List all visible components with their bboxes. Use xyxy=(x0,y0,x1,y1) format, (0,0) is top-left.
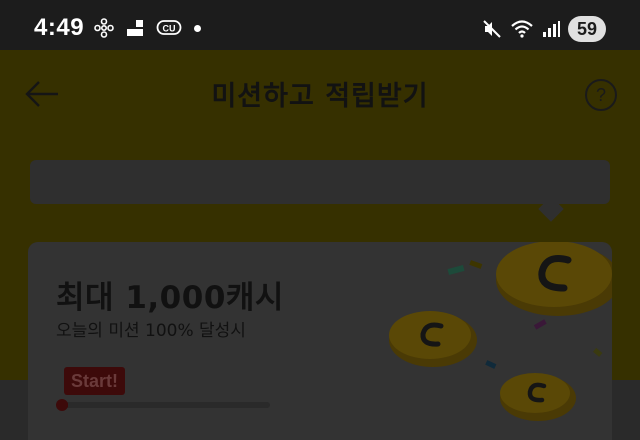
status-bar: 4:49 CU 59 xyxy=(0,0,640,50)
signal-icon xyxy=(543,21,560,37)
cu-icon: CU xyxy=(156,20,182,35)
help-button[interactable]: ? xyxy=(585,79,617,111)
progress-knob xyxy=(56,399,68,411)
start-badge: Start! xyxy=(64,367,126,395)
status-time: 4:49 xyxy=(34,14,85,41)
wifi-icon xyxy=(511,20,533,38)
progress-track xyxy=(64,402,270,408)
status-right-icons: 59 xyxy=(482,16,606,42)
question-icon: ? xyxy=(595,84,606,105)
svg-text:CU: CU xyxy=(163,24,176,34)
battery-indicator: 59 xyxy=(568,16,606,42)
page-title: 미션하고 적립받기 xyxy=(211,81,429,112)
mission-card[interactable]: 최대 1,000캐시 오늘의 미션 100% 달성시 Start! xyxy=(28,242,612,440)
card-title: 최대 1,000캐시 xyxy=(56,280,284,316)
banner-strip[interactable] xyxy=(30,160,610,204)
coins-illustration xyxy=(389,242,612,421)
fan-icon xyxy=(94,18,114,38)
dot-icon xyxy=(194,24,201,32)
card-subtitle: 오늘의 미션 100% 달성시 xyxy=(56,321,246,341)
status-left-icons: CU xyxy=(94,18,201,38)
app-tiles-icon xyxy=(127,20,143,36)
mute-icon xyxy=(483,20,501,38)
